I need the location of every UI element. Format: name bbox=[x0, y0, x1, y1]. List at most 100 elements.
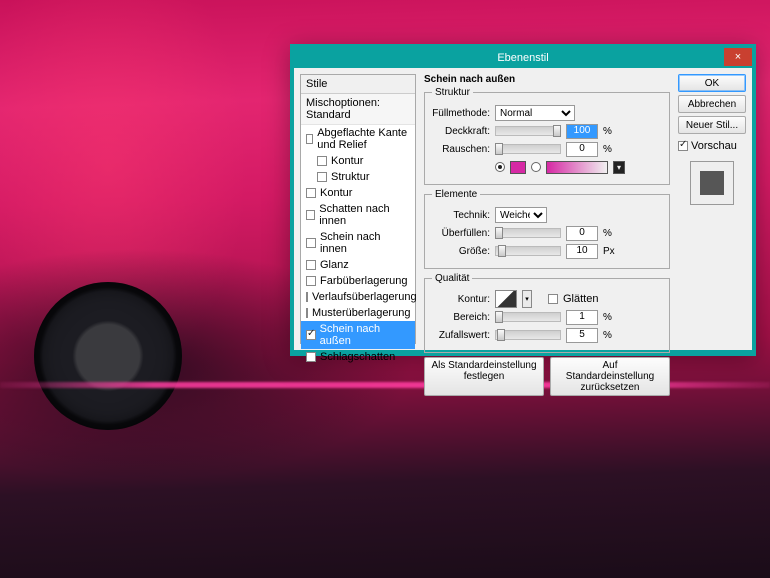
style-checkbox[interactable] bbox=[306, 188, 316, 198]
cancel-button[interactable]: Abbrechen bbox=[678, 95, 746, 113]
bereich-slider[interactable] bbox=[495, 312, 561, 322]
style-item[interactable]: Kontur bbox=[301, 185, 415, 201]
style-item[interactable]: Kontur bbox=[301, 153, 415, 169]
style-checkbox[interactable] bbox=[317, 156, 327, 166]
style-label: Schein nach innen bbox=[320, 231, 410, 255]
styles-panel: Stile Mischoptionen: Standard Abgeflacht… bbox=[300, 74, 416, 344]
new-style-button[interactable]: Neuer Stil... bbox=[678, 116, 746, 134]
style-label: Schein nach außen bbox=[320, 323, 410, 347]
style-label: Musterüberlagerung bbox=[312, 307, 410, 319]
style-checkbox[interactable] bbox=[306, 308, 308, 318]
technik-select[interactable]: Weicher bbox=[495, 207, 547, 223]
style-item[interactable]: Abgeflachte Kante und Relief bbox=[301, 125, 415, 153]
style-checkbox[interactable] bbox=[306, 292, 308, 302]
glatten-label: Glätten bbox=[563, 293, 598, 305]
style-label: Struktur bbox=[331, 171, 370, 183]
style-checkbox[interactable] bbox=[306, 134, 313, 144]
style-label: Farbüberlagerung bbox=[320, 275, 407, 287]
elemente-legend: Elemente bbox=[432, 189, 480, 200]
grosse-label: Größe: bbox=[432, 246, 490, 257]
contour-preview[interactable] bbox=[495, 290, 517, 308]
gradient-dropdown-icon[interactable]: ▾ bbox=[613, 161, 625, 174]
deckkraft-unit: % bbox=[603, 126, 612, 137]
style-label: Kontur bbox=[320, 187, 352, 199]
style-item[interactable]: Schein nach außen bbox=[301, 321, 415, 349]
uberfullen-value[interactable]: 0 bbox=[566, 226, 598, 241]
style-item[interactable]: Schatten nach innen bbox=[301, 201, 415, 229]
fullmethode-select[interactable]: Normal bbox=[495, 105, 575, 121]
uberfullen-slider[interactable] bbox=[495, 228, 561, 238]
color-swatch[interactable] bbox=[510, 161, 526, 174]
style-label: Schatten nach innen bbox=[319, 203, 410, 227]
preview-label: Vorschau bbox=[691, 140, 737, 152]
style-checkbox[interactable] bbox=[306, 260, 316, 270]
struktur-legend: Struktur bbox=[432, 87, 473, 98]
dialog-titlebar[interactable]: Ebenenstil × bbox=[294, 48, 752, 68]
style-item[interactable]: Farbüberlagerung bbox=[301, 273, 415, 289]
bg-wheel bbox=[34, 282, 182, 430]
rauschen-label: Rauschen: bbox=[432, 144, 490, 155]
style-item[interactable]: Schein nach innen bbox=[301, 229, 415, 257]
style-checkbox[interactable] bbox=[306, 276, 316, 286]
color-radio[interactable] bbox=[495, 162, 505, 172]
close-icon: × bbox=[735, 51, 741, 63]
set-default-button[interactable]: Als Standardeinstellung festlegen bbox=[424, 357, 544, 396]
layer-style-dialog: Ebenenstil × Stile Mischoptionen: Standa… bbox=[290, 44, 756, 356]
grosse-unit: Px bbox=[603, 246, 615, 257]
glatten-checkbox[interactable] bbox=[548, 294, 558, 304]
uberfullen-label: Überfüllen: bbox=[432, 228, 490, 239]
zufallswert-slider[interactable] bbox=[495, 330, 561, 340]
style-item[interactable]: Verlaufsüberlagerung bbox=[301, 289, 415, 305]
rauschen-slider[interactable] bbox=[495, 144, 561, 154]
style-label: Abgeflachte Kante und Relief bbox=[317, 127, 410, 151]
right-column: OK Abbrechen Neuer Stil... Vorschau bbox=[678, 74, 746, 344]
style-checkbox[interactable] bbox=[306, 238, 316, 248]
preview-box bbox=[690, 161, 734, 205]
style-item[interactable]: Musterüberlagerung bbox=[301, 305, 415, 321]
zufallswert-unit: % bbox=[603, 330, 612, 341]
style-item[interactable]: Struktur bbox=[301, 169, 415, 185]
uberfullen-unit: % bbox=[603, 228, 612, 239]
contour-dropdown-icon[interactable]: ▾ bbox=[522, 290, 532, 308]
fullmethode-label: Füllmethode: bbox=[432, 108, 490, 119]
style-label: Glanz bbox=[320, 259, 349, 271]
elemente-group: Elemente Technik: Weicher Überfüllen: 0 … bbox=[424, 189, 670, 269]
styles-header[interactable]: Stile bbox=[301, 75, 415, 94]
qualitat-group: Qualität Kontur: ▾ Glätten Bereich: 1 % … bbox=[424, 273, 670, 353]
grosse-slider[interactable] bbox=[495, 246, 561, 256]
qualitat-legend: Qualität bbox=[432, 273, 472, 284]
style-checkbox[interactable] bbox=[306, 330, 316, 340]
deckkraft-label: Deckkraft: bbox=[432, 126, 490, 137]
gradient-preview[interactable] bbox=[546, 161, 608, 174]
technik-label: Technik: bbox=[432, 210, 490, 221]
close-button[interactable]: × bbox=[724, 48, 752, 66]
style-label: Schlagschatten bbox=[320, 351, 395, 363]
ok-button[interactable]: OK bbox=[678, 74, 746, 92]
bereich-unit: % bbox=[603, 312, 612, 323]
preview-checkbox[interactable] bbox=[678, 141, 688, 151]
rauschen-value[interactable]: 0 bbox=[566, 142, 598, 157]
rauschen-unit: % bbox=[603, 144, 612, 155]
style-checkbox[interactable] bbox=[317, 172, 327, 182]
deckkraft-value[interactable]: 100 bbox=[566, 124, 598, 139]
section-title: Schein nach außen bbox=[424, 74, 670, 85]
kontur-label: Kontur: bbox=[432, 294, 490, 305]
gradient-radio[interactable] bbox=[531, 162, 541, 172]
style-label: Kontur bbox=[331, 155, 363, 167]
deckkraft-slider[interactable] bbox=[495, 126, 561, 136]
reset-default-button[interactable]: Auf Standardeinstellung zurücksetzen bbox=[550, 357, 670, 396]
style-item[interactable]: Glanz bbox=[301, 257, 415, 273]
bereich-value[interactable]: 1 bbox=[566, 310, 598, 325]
zufallswert-value[interactable]: 5 bbox=[566, 328, 598, 343]
blend-options-header[interactable]: Mischoptionen: Standard bbox=[301, 94, 415, 125]
grosse-value[interactable]: 10 bbox=[566, 244, 598, 259]
style-checkbox[interactable] bbox=[306, 210, 315, 220]
style-item[interactable]: Schlagschatten bbox=[301, 349, 415, 365]
struktur-group: Struktur Füllmethode: Normal Deckkraft: … bbox=[424, 87, 670, 185]
settings-panel: Schein nach außen Struktur Füllmethode: … bbox=[422, 74, 672, 344]
style-checkbox[interactable] bbox=[306, 352, 316, 362]
style-label: Verlaufsüberlagerung bbox=[312, 291, 417, 303]
dialog-body: Stile Mischoptionen: Standard Abgeflacht… bbox=[294, 68, 752, 350]
bereich-label: Bereich: bbox=[432, 312, 490, 323]
dialog-title: Ebenenstil bbox=[497, 52, 548, 64]
